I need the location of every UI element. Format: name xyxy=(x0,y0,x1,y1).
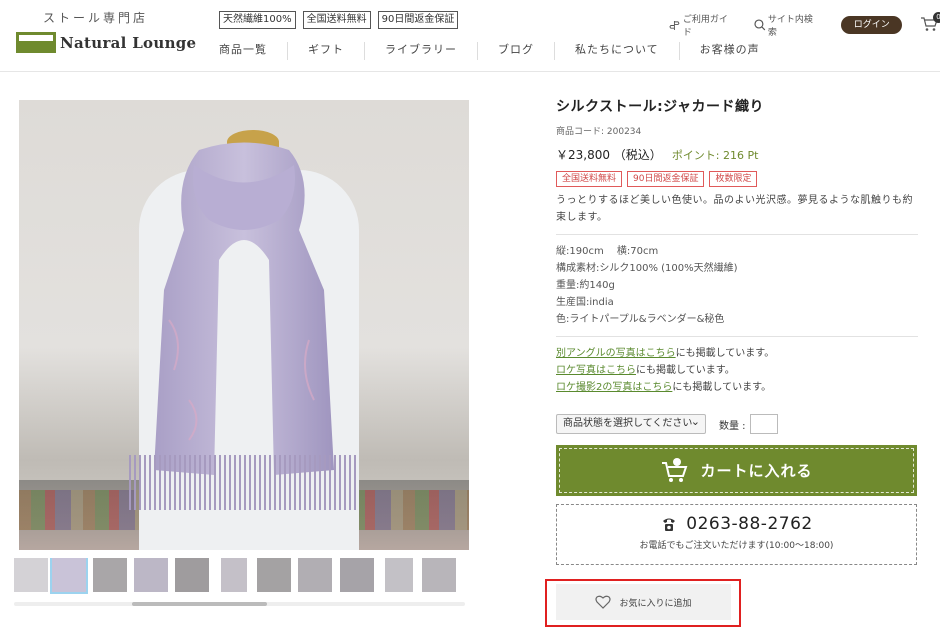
telephone-icon xyxy=(663,518,676,531)
link-other-angles[interactable]: 別アングルの写真はこちら xyxy=(556,348,676,359)
thumbnail[interactable] xyxy=(257,558,291,592)
favorites-label: お気に入りに追加 xyxy=(619,598,692,609)
thumbnail[interactable] xyxy=(175,558,209,592)
divider xyxy=(556,336,918,337)
phone-number-row: 0263-88-2762 xyxy=(557,514,916,534)
add-to-cart-label: カートに入れる xyxy=(700,462,813,480)
quantity-input[interactable] xyxy=(749,414,778,434)
guide-label: ご利用ガイド xyxy=(682,15,728,38)
spec-size: 縦:190cm 横:70cm xyxy=(556,246,659,257)
add-to-cart-button[interactable]: カートに入れる xyxy=(556,445,917,496)
photo-links: 別アングルの写真はこちらにも掲載しています。 ロケ写真はこちらにも掲載しています… xyxy=(556,345,918,396)
badge-refund: 90日間返金保証 xyxy=(377,11,459,29)
search-label: サイト内検索 xyxy=(767,15,813,38)
main-nav: 商品一覧 ギフト ライブラリー ブログ 私たちについて お客様の声 xyxy=(219,42,760,62)
photo-link-row: ロケ写真はこちらにも掲載しています。 xyxy=(556,362,918,379)
nav-products[interactable]: 商品一覧 xyxy=(219,42,267,62)
thumbnail[interactable] xyxy=(298,558,332,592)
photo-link-row: 別アングルの写真はこちらにも掲載しています。 xyxy=(556,345,918,362)
thumbnail-active[interactable] xyxy=(50,558,88,594)
photo-link-row: ロケ撮影2の写真はこちらにも掲載しています。 xyxy=(556,379,918,396)
login-button[interactable]: ログイン xyxy=(841,16,903,34)
scrollbar-thumb[interactable] xyxy=(132,602,267,606)
nav-divider xyxy=(477,42,478,60)
product-tags: 全国送料無料 90日間返金保証 枚数限定 xyxy=(556,171,918,187)
thumbnail[interactable] xyxy=(385,558,413,592)
product-specs: 縦:190cm 横:70cm 構成素材:シルク100% (100%天然繊維) 重… xyxy=(556,243,918,328)
quantity-label: 数量 : xyxy=(719,420,746,432)
logo-mark xyxy=(16,32,56,53)
nav-divider xyxy=(678,42,680,60)
search-icon xyxy=(754,19,766,31)
spec-origin: 生産国:india xyxy=(556,297,614,308)
logo-text: Natural Lounge xyxy=(60,33,197,52)
guide-link[interactable]: ご利用ガイド xyxy=(669,12,736,38)
site-header: ストール専門店 Natural Lounge 天然繊維100% 全国送料無料 9… xyxy=(0,0,940,72)
price-row: ￥23,800 （税込） ポイント: 216 Pt xyxy=(556,146,918,163)
product-title: シルクストール:ジャカード織り xyxy=(556,99,764,115)
header-badges: 天然繊維100% 全国送料無料 90日間返金保証 xyxy=(219,11,459,29)
thumbnail[interactable] xyxy=(422,558,456,592)
divider xyxy=(556,234,918,235)
scarf-fringe xyxy=(129,455,359,510)
thumbnail-strip xyxy=(14,558,465,598)
thumbnail[interactable] xyxy=(340,558,374,592)
nav-divider xyxy=(364,42,365,60)
product-description: うっとりするほど美しい色使い。品のよい光沢感。夢見るような肌触りも約束します。 xyxy=(556,195,913,223)
phone-number[interactable]: 0263-88-2762 xyxy=(686,514,812,534)
tag-free-shipping: 全国送料無料 xyxy=(556,171,623,187)
thumbnail[interactable] xyxy=(221,558,247,592)
option-row: 商品状態を選択してください 数量 : xyxy=(556,413,918,434)
signpost-icon xyxy=(669,20,680,30)
logo-subtitle: ストール専門店 xyxy=(43,11,149,25)
tag-limited: 枚数限定 xyxy=(709,171,758,187)
cart-count-badge: 0 xyxy=(932,12,940,23)
thumbnail[interactable] xyxy=(134,558,168,592)
header-utilities: ご利用ガイド サイト内検索 ログイン 0 xyxy=(669,12,940,38)
link-location-photos[interactable]: ロケ写真はこちら xyxy=(556,365,636,376)
badge-free-shipping: 全国送料無料 xyxy=(302,11,371,29)
add-to-favorites-button[interactable]: お気に入りに追加 xyxy=(556,584,731,620)
condition-select[interactable]: 商品状態を選択してください xyxy=(556,413,706,434)
photo-link-suffix: にも掲載しています。 xyxy=(636,365,735,376)
cart-link[interactable]: 0 xyxy=(920,12,940,34)
product-main-image[interactable] xyxy=(19,100,469,550)
product-code: 商品コード: 200234 xyxy=(556,127,642,137)
site-logo[interactable]: Natural Lounge xyxy=(16,32,196,53)
spec-weight: 重量:約140g xyxy=(556,280,615,291)
phone-order-box: 0263-88-2762 お電話でもご注文いただけます(10:00〜18:00) xyxy=(556,504,917,565)
nav-library[interactable]: ライブラリー xyxy=(385,42,457,62)
thumbnail[interactable] xyxy=(14,558,48,592)
search-link[interactable]: サイト内検索 xyxy=(754,12,821,38)
phone-hours-note: お電話でもご注文いただけます(10:00〜18:00) xyxy=(639,541,834,551)
heart-icon xyxy=(595,595,612,609)
nav-divider xyxy=(287,42,288,60)
product-points: ポイント: 216 Pt xyxy=(671,149,759,162)
nav-gift[interactable]: ギフト xyxy=(308,42,344,62)
photo-link-suffix: にも掲載しています。 xyxy=(675,348,775,359)
product-info: シルクストール:ジャカード織り 商品コード: 200234 ￥23,800 （税… xyxy=(556,96,918,565)
link-location-photos-2[interactable]: ロケ撮影2の写真はこちら xyxy=(556,382,672,393)
scarf-image xyxy=(154,142,334,475)
cart-icon xyxy=(660,457,690,485)
spec-material: 構成素材:シルク100% (100%天然繊維) xyxy=(556,263,738,274)
badge-natural-fiber: 天然繊維100% xyxy=(219,11,296,29)
nav-about[interactable]: 私たちについて xyxy=(575,42,659,62)
photo-link-suffix: にも掲載しています。 xyxy=(672,382,772,393)
nav-reviews[interactable]: お客様の声 xyxy=(700,42,760,62)
thumbnail-scrollbar[interactable] xyxy=(14,602,465,606)
nav-blog[interactable]: ブログ xyxy=(498,42,534,62)
product-price: ￥23,800 （税込） xyxy=(556,148,662,162)
tag-refund: 90日間返金保証 xyxy=(627,171,705,187)
spec-color: 色:ライトパープル&ラベンダー&秘色 xyxy=(556,314,725,325)
nav-divider xyxy=(554,42,555,60)
thumbnail[interactable] xyxy=(93,558,127,592)
